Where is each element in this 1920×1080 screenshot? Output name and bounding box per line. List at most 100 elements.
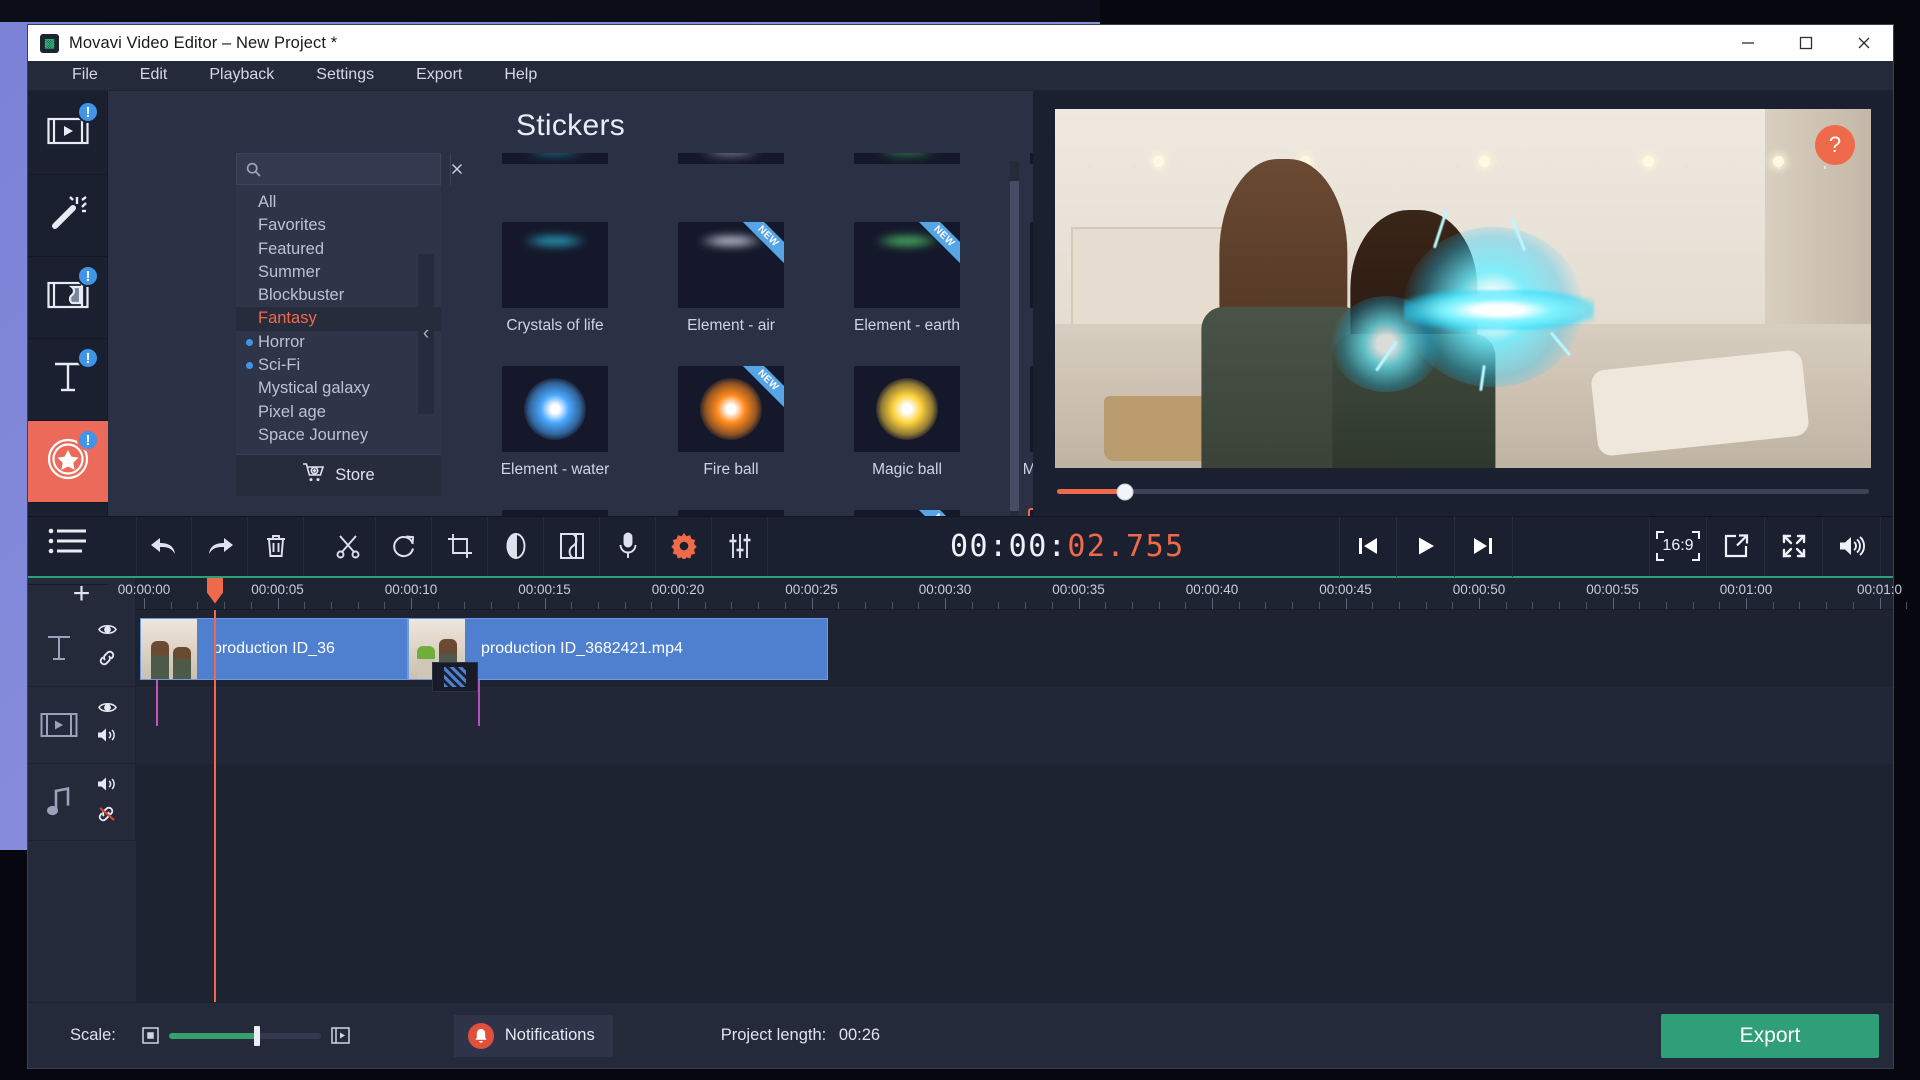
menu-playback[interactable]: Playback <box>188 63 295 88</box>
sticker-item[interactable]: NEW Element - earth <box>837 222 977 366</box>
record-audio-button[interactable] <box>600 516 656 576</box>
rail-item-stickers[interactable]: ! <box>28 421 108 503</box>
transition-marker[interactable] <box>432 661 478 692</box>
category-item-mystical-galaxy[interactable]: Mystical galaxy <box>236 377 441 400</box>
minimize-icon[interactable] <box>1719 25 1777 61</box>
stabilize-button[interactable] <box>544 516 600 576</box>
audio-mixer-button[interactable] <box>712 516 768 576</box>
timeline-ruler[interactable]: 00:00:00 00:00:05 00:00:10 00:00:15 00:00:20… <box>118 577 1908 610</box>
aspect-ratio-button[interactable]: 16:9 <box>1649 516 1707 576</box>
ruler-tick <box>864 601 866 609</box>
category-item-blockbuster[interactable]: Blockbuster <box>236 284 441 307</box>
panel-content: All Favorites Featured Summer Blockbuster Fan… <box>108 153 1033 516</box>
eye-icon[interactable] <box>97 623 117 641</box>
category-item-summer[interactable]: Summer <box>236 261 441 284</box>
maximize-icon[interactable] <box>1777 25 1835 61</box>
rail-item-transitions[interactable]: ! <box>28 257 108 339</box>
category-item-pixel-age[interactable]: Pixel age <box>236 401 441 424</box>
store-button[interactable]: Store <box>236 453 441 496</box>
category-new-dot <box>246 246 253 253</box>
category-item-space-journey[interactable]: Space Journey <box>236 424 441 447</box>
lane-audio[interactable] <box>136 764 1893 841</box>
menu-edit[interactable]: Edit <box>119 63 189 88</box>
track-toggles <box>90 623 124 672</box>
sticker-item[interactable]: Magic ball <box>837 366 977 510</box>
track-header-title[interactable] <box>28 609 136 687</box>
sticker-item[interactable]: NEW Element - air <box>661 222 801 366</box>
fullscreen-button[interactable] <box>1765 516 1823 576</box>
menu-settings[interactable]: Settings <box>295 63 395 88</box>
scale-slider[interactable] <box>168 1025 321 1046</box>
crop-button[interactable] <box>432 516 488 576</box>
search-input[interactable] <box>269 161 450 177</box>
speaker-icon[interactable] <box>97 727 117 748</box>
notifications-button[interactable]: Notifications <box>453 1014 613 1057</box>
clip-properties-button[interactable] <box>656 516 712 576</box>
zoom-out-icon[interactable] <box>142 1027 159 1044</box>
track-header-audio[interactable] <box>28 763 136 841</box>
close-icon[interactable] <box>450 153 463 185</box>
category-item-featured[interactable]: Featured <box>236 238 441 261</box>
category-item-favorites[interactable]: Favorites <box>236 214 441 237</box>
sticker-item[interactable]: NEW Fire ball <box>661 366 801 510</box>
export-button[interactable]: Export <box>1661 1013 1879 1058</box>
menu-file[interactable]: File <box>60 63 119 88</box>
sticker-item[interactable]: NEW <box>837 153 977 222</box>
menu-export[interactable]: Export <box>395 63 483 88</box>
track-header-video[interactable] <box>28 686 136 764</box>
speaker-icon[interactable] <box>97 776 117 797</box>
transport-center: 00:00:02.755 <box>928 515 1649 577</box>
sticker-item[interactable]: Element - water <box>485 366 625 510</box>
chevron-left-icon[interactable]: ‹ <box>418 254 434 415</box>
rail-item-import-media[interactable]: ! <box>28 93 108 175</box>
rotate-button[interactable] <box>376 516 432 576</box>
play-button[interactable] <box>1397 515 1455 577</box>
seek-handle[interactable] <box>1116 483 1134 501</box>
rail-item-more-tools[interactable] <box>28 503 108 585</box>
ruler-tick <box>1692 601 1694 609</box>
redo-button[interactable] <box>192 516 248 576</box>
undo-button[interactable] <box>136 516 192 576</box>
menu-help[interactable]: Help <box>483 63 558 88</box>
lane-video[interactable] <box>136 686 1893 764</box>
unlink-icon[interactable] <box>97 805 117 828</box>
scrollbar-thumb[interactable] <box>1010 181 1019 511</box>
timeline-canvas[interactable]: POWER OF FRIEN Mag p <box>136 577 1893 1002</box>
sticker-scrollbar[interactable] <box>1010 161 1019 516</box>
delete-button[interactable] <box>248 516 304 576</box>
link-icon[interactable] <box>98 649 116 672</box>
video-preview[interactable]: ? <box>1055 109 1871 468</box>
question-mark-icon[interactable]: ? <box>1815 125 1855 165</box>
sticker-item[interactable]: Magic spell - green <box>661 510 801 516</box>
close-icon[interactable] <box>1835 25 1893 61</box>
detach-preview-button[interactable] <box>1707 516 1765 576</box>
sticker-item[interactable]: NEW <box>661 153 801 222</box>
prev-frame-button[interactable] <box>1338 515 1397 577</box>
zoom-in-icon[interactable] <box>331 1026 350 1045</box>
color-adjust-button[interactable] <box>488 516 544 576</box>
ruler-tick <box>1398 601 1400 609</box>
volume-button[interactable] <box>1823 516 1881 576</box>
sticker-item[interactable]: Magic spell - gold <box>485 510 625 516</box>
sticker-item[interactable] <box>485 153 625 222</box>
rail-item-filters[interactable] <box>28 175 108 257</box>
category-item-sci-fi[interactable]: Sci-Fi <box>236 354 441 377</box>
preview-seek-slider[interactable] <box>1057 483 1869 501</box>
split-button[interactable] <box>320 516 376 576</box>
next-frame-button[interactable] <box>1455 515 1513 577</box>
ruler-tick <box>544 597 546 609</box>
ruler-tick <box>170 601 172 609</box>
scale-handle[interactable] <box>254 1025 261 1046</box>
category-item-all[interactable]: All <box>236 191 441 214</box>
category-item-fantasy[interactable]: Fantasy <box>236 307 441 331</box>
rail-item-titles[interactable]: ! <box>28 339 108 421</box>
sticker-item[interactable]: NEWMagic spell - purple <box>837 510 977 516</box>
sticker-item[interactable]: Crystals of life <box>485 222 625 366</box>
ruler-tick <box>411 597 412 609</box>
playhead[interactable] <box>207 577 223 1002</box>
ruler-tick <box>624 601 626 609</box>
category-item-horror[interactable]: Horror <box>236 331 441 354</box>
video-clip-1[interactable]: production ID_36 <box>140 617 408 680</box>
ruler-tick <box>517 601 519 609</box>
eye-icon[interactable] <box>97 701 117 719</box>
